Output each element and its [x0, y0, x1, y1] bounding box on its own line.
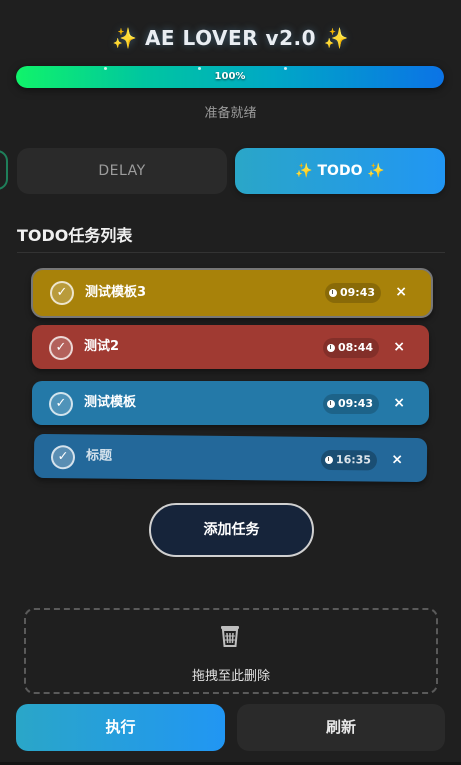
check-icon[interactable]: ✓: [49, 392, 73, 416]
tab-todo[interactable]: ✨ TODO ✨: [235, 148, 445, 194]
delete-task-button[interactable]: ×: [393, 381, 405, 425]
task-item[interactable]: ✓ 标题 16:35 ×: [33, 433, 428, 483]
run-button[interactable]: 执行: [16, 704, 225, 751]
task-time: 09:43: [337, 397, 373, 410]
trash-drop-zone[interactable]: 拖拽至此删除: [24, 608, 438, 694]
status-text: 准备就绪: [204, 106, 257, 121]
clock-icon: [326, 344, 335, 352]
clock-icon: [326, 400, 335, 408]
delete-task-button[interactable]: ×: [391, 438, 403, 482]
task-time-badge: 09:43: [324, 283, 381, 303]
task-item[interactable]: ✓ 测试2 08:44 ×: [32, 325, 429, 369]
progress-label: 100%: [214, 71, 246, 82]
app-title-text: AE LOVER v2.0: [144, 26, 317, 50]
sparkle-icon: ✨: [323, 26, 349, 50]
side-handle[interactable]: [0, 150, 8, 190]
check-icon[interactable]: ✓: [50, 281, 74, 305]
task-time-badge: 09:43: [322, 394, 379, 414]
progress-bar: 100%: [16, 66, 444, 88]
clock-icon: [324, 455, 334, 465]
section-title: TODO任务列表: [17, 226, 133, 245]
task-time: 09:43: [339, 286, 375, 299]
sparkle-icon: ✨: [367, 163, 385, 179]
task-name: 标题: [85, 448, 113, 464]
task-item[interactable]: ✓ 测试模板 09:43 ×: [32, 381, 429, 425]
task-time: 16:35: [335, 453, 372, 467]
trash-label: 拖拽至此删除: [191, 669, 270, 684]
delete-task-button[interactable]: ×: [395, 270, 407, 314]
divider: [17, 252, 445, 253]
sparkle-icon: ✨: [295, 163, 313, 179]
clock-icon: [328, 289, 337, 297]
tab-delay[interactable]: DELAY: [17, 148, 227, 194]
check-icon[interactable]: ✓: [50, 445, 76, 470]
check-icon[interactable]: ✓: [49, 336, 73, 360]
delete-task-button[interactable]: ×: [393, 325, 405, 369]
task-name: 测试2: [84, 339, 120, 354]
sparkle-icon: ✨: [112, 26, 138, 50]
task-name: 测试模板: [84, 395, 137, 410]
task-name: 测试模板3: [85, 285, 147, 300]
refresh-button[interactable]: 刷新: [237, 704, 445, 751]
task-time-badge: 16:35: [320, 449, 378, 471]
add-task-button[interactable]: 添加任务: [149, 503, 314, 557]
task-time-badge: 08:44: [322, 338, 379, 358]
task-time: 08:44: [337, 341, 373, 354]
trash-icon: [221, 626, 239, 647]
app-root: ✨ AE LOVER v2.0 ✨ 100% 准备就绪 DELAY ✨ TODO…: [0, 0, 461, 765]
tab-todo-label: TODO: [317, 163, 363, 179]
app-title: ✨ AE LOVER v2.0 ✨: [0, 26, 461, 50]
task-item[interactable]: ✓ 测试模板3 09:43 ×: [31, 268, 433, 318]
